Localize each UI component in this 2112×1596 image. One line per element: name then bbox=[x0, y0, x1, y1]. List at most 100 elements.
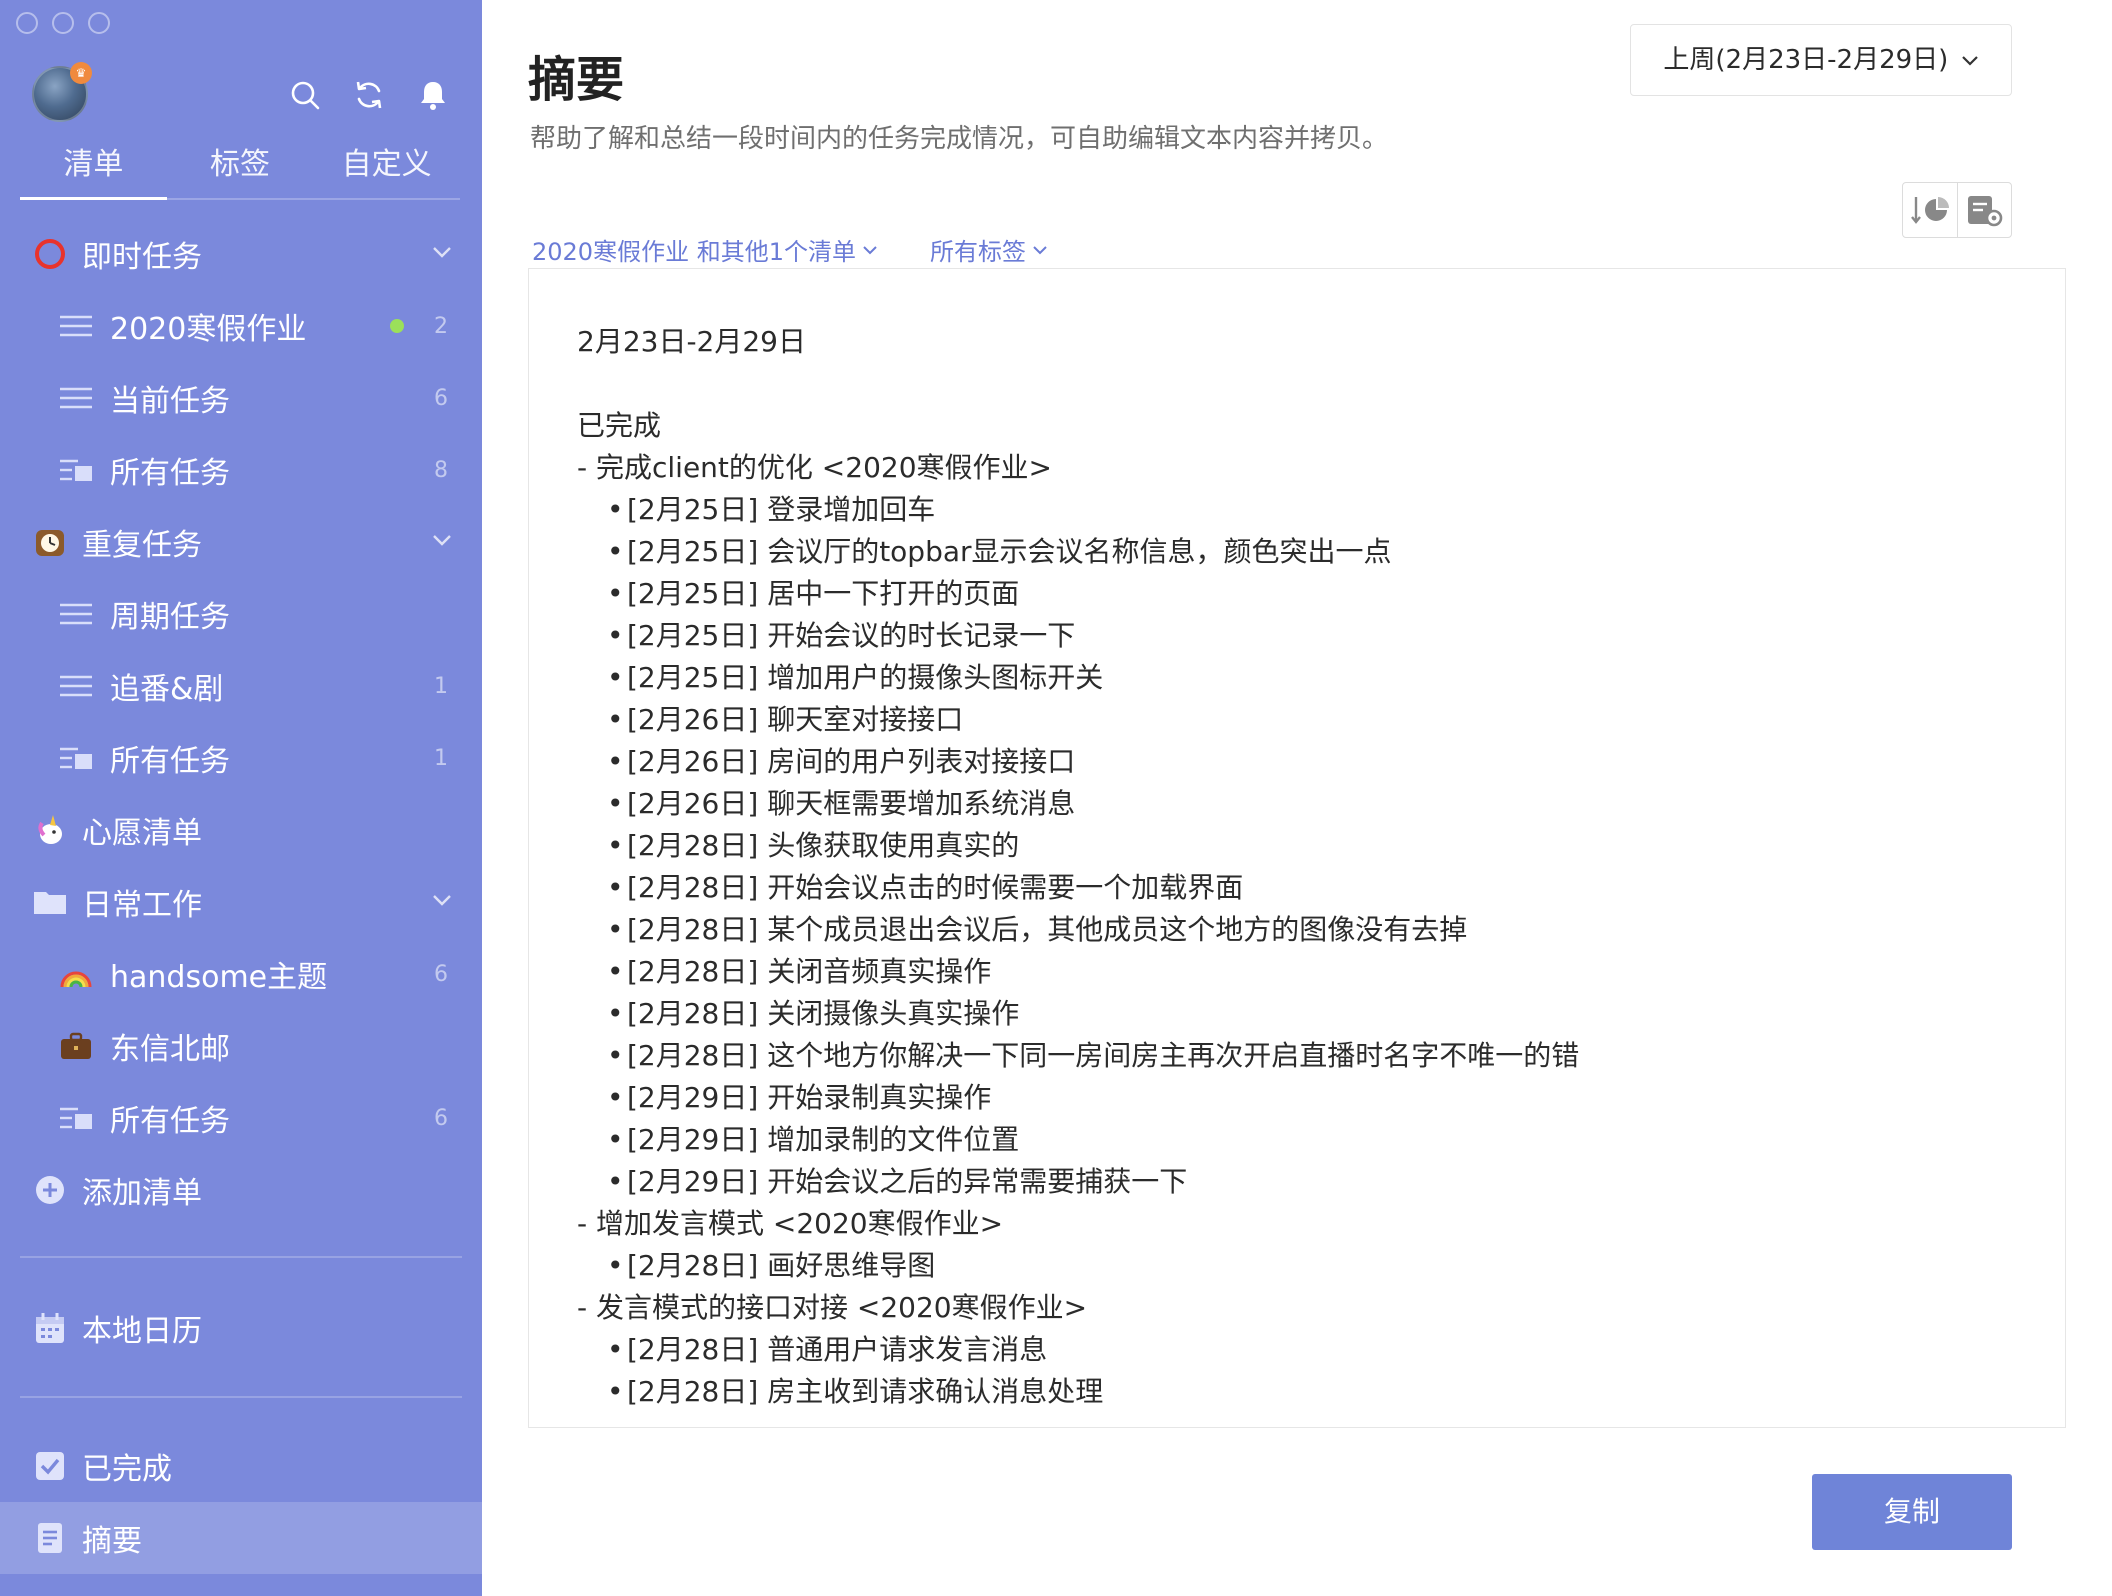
tag-filter-dropdown[interactable]: 所有标签 bbox=[930, 232, 1048, 267]
sidebar-group-daily[interactable]: 日常工作 bbox=[0, 866, 482, 938]
list-lines-icon bbox=[58, 596, 94, 632]
minimize-window-button[interactable] bbox=[52, 12, 74, 34]
sync-status-dot bbox=[390, 319, 404, 333]
sidebar-tabs: 清单 标签 自定义 bbox=[20, 142, 460, 200]
sidebar-group-wish[interactable]: 心愿清单 bbox=[0, 794, 482, 866]
list-lines-icon bbox=[58, 380, 94, 416]
summary-subtask-line: [2月29日] 增加录制的文件位置 bbox=[577, 1119, 2065, 1161]
sidebar: ♛ 清单 标签 自定义 即时任务 2020寒假作业 2 当前任务 6 所有任务 … bbox=[0, 0, 482, 1596]
copy-button[interactable]: 复制 bbox=[1812, 1474, 2012, 1550]
bell-icon[interactable] bbox=[416, 78, 450, 112]
sidebar-item-calendar[interactable]: 本地日历 bbox=[0, 1292, 482, 1364]
sidebar-item-current[interactable]: 当前任务 6 bbox=[0, 362, 482, 434]
date-range-value: 上周(2月23日-2月29日) bbox=[1663, 45, 1949, 75]
display-settings-button[interactable] bbox=[1903, 183, 1957, 237]
sidebar-item-label: 2020寒假作业 bbox=[110, 312, 307, 347]
summary-task-title: - 增加发言模式 <2020寒假作业> bbox=[577, 1207, 1004, 1240]
add-list-button[interactable]: 添加清单 bbox=[0, 1154, 482, 1226]
tab-lists[interactable]: 清单 bbox=[20, 142, 167, 200]
sort-chart-icon bbox=[1910, 197, 1949, 224]
red-ring-icon bbox=[32, 236, 68, 272]
sidebar-item-anime[interactable]: 追番&剧 1 bbox=[0, 650, 482, 722]
tab-custom[interactable]: 自定义 bbox=[313, 142, 460, 198]
zoom-window-button[interactable] bbox=[88, 12, 110, 34]
summary-subtask-line: [2月25日] 登录增加回车 bbox=[577, 489, 2065, 531]
sidebar-item-label: 本地日历 bbox=[82, 1314, 202, 1349]
search-icon[interactable] bbox=[288, 78, 322, 112]
sidebar-item-summary[interactable]: 摘要 bbox=[0, 1502, 482, 1574]
avatar[interactable]: ♛ bbox=[32, 62, 92, 122]
summary-task-title: - 发言模式的接口对接 <2020寒假作业> bbox=[577, 1291, 1088, 1324]
task-count: 6 bbox=[434, 385, 448, 411]
date-range-select[interactable]: 上周(2月23日-2月29日) bbox=[1630, 24, 2012, 96]
summary-subtask-line: [2月29日] 开始会议之后的异常需要捕获一下 bbox=[577, 1161, 2065, 1203]
plus-circle-icon bbox=[32, 1172, 68, 1208]
briefcase-emoji-icon bbox=[58, 1028, 94, 1064]
summary-subtask-line: [2月26日] 房间的用户列表对接接口 bbox=[577, 741, 2065, 783]
summary-subtask-line: [2月28日] 画好思维导图 bbox=[577, 1245, 2065, 1287]
sidebar-item-all-daily[interactable]: 所有任务 6 bbox=[0, 1082, 482, 1154]
template-settings-button[interactable] bbox=[1956, 183, 2012, 237]
sidebar-group-label: 日常工作 bbox=[82, 888, 202, 923]
chevron-down-icon bbox=[863, 245, 877, 254]
summary-subtask-line: [2月28日] 普通用户请求发言消息 bbox=[577, 1329, 2065, 1371]
sidebar-item-all-repeat[interactable]: 所有任务 1 bbox=[0, 722, 482, 794]
chevron-down-icon bbox=[1961, 55, 1978, 66]
summary-subtask-line: [2月26日] 聊天室对接接口 bbox=[577, 699, 2065, 741]
summary-task-title: - 完成client的优化 <2020寒假作业> bbox=[577, 451, 1052, 484]
summary-subtask-line: [2月25日] 增加用户的摄像头图标开关 bbox=[577, 657, 2065, 699]
calendar-icon bbox=[32, 1310, 68, 1346]
chevron-down-icon[interactable] bbox=[432, 244, 452, 263]
rainbow-emoji-icon bbox=[58, 956, 94, 992]
sidebar-item-all-instant[interactable]: 所有任务 8 bbox=[0, 434, 482, 506]
window-controls bbox=[16, 12, 110, 34]
sidebar-item-label: handsome主题 bbox=[110, 960, 328, 995]
summary-tools bbox=[1902, 182, 2012, 238]
chevron-down-icon[interactable] bbox=[432, 532, 452, 551]
clock-emoji-icon bbox=[32, 524, 68, 560]
sidebar-item-handsome[interactable]: handsome主题 6 bbox=[0, 938, 482, 1010]
sidebar-item-label: 所有任务 bbox=[110, 1104, 230, 1139]
sidebar-item-label: 周期任务 bbox=[110, 600, 230, 635]
sidebar-item-periodic[interactable]: 周期任务 bbox=[0, 578, 482, 650]
sidebar-toolbar bbox=[288, 78, 450, 112]
checkbox-checked-icon bbox=[32, 1448, 68, 1484]
task-count: 6 bbox=[434, 961, 448, 987]
sidebar-item-label: 摘要 bbox=[82, 1524, 142, 1559]
sidebar-item-label: 东信北邮 bbox=[110, 1032, 230, 1067]
sidebar-item-label: 当前任务 bbox=[110, 384, 230, 419]
sidebar-item-dongxin[interactable]: 东信北邮 bbox=[0, 1010, 482, 1082]
list-lines-icon bbox=[58, 308, 94, 344]
sidebar-group-label: 即时任务 bbox=[82, 240, 202, 275]
sidebar-group-instant[interactable]: 即时任务 bbox=[0, 218, 482, 290]
page-subtitle: 帮助了解和总结一段时间内的任务完成情况，可自助编辑文本内容并拷贝。 bbox=[530, 124, 1389, 154]
sidebar-divider bbox=[20, 1396, 462, 1398]
sync-icon[interactable] bbox=[352, 78, 386, 112]
summary-subtask-line: [2月28日] 头像获取使用真实的 bbox=[577, 825, 2065, 867]
summary-subtask-line: [2月28日] 某个成员退出会议后，其他成员这个地方的图像没有去掉 bbox=[577, 909, 2065, 951]
unicorn-emoji-icon bbox=[32, 812, 68, 848]
summary-subtask-line: [2月28日] 关闭音频真实操作 bbox=[577, 951, 2065, 993]
summary-date-heading: 2月23日-2月29日 bbox=[577, 325, 806, 358]
all-tasks-icon bbox=[58, 452, 94, 488]
sidebar-item-label: 已完成 bbox=[82, 1452, 172, 1487]
close-window-button[interactable] bbox=[16, 12, 38, 34]
all-tasks-icon bbox=[58, 1100, 94, 1136]
task-count: 6 bbox=[434, 1105, 448, 1131]
sidebar-group-repeat[interactable]: 重复任务 bbox=[0, 506, 482, 578]
list-filter-dropdown[interactable]: 2020寒假作业 和其他1个清单 bbox=[532, 232, 878, 267]
chevron-down-icon[interactable] bbox=[432, 892, 452, 911]
sidebar-item-homework[interactable]: 2020寒假作业 2 bbox=[0, 290, 482, 362]
tag-filter-value: 所有标签 bbox=[929, 238, 1026, 266]
summary-content: 2月23日-2月29日 已完成 - 完成client的优化 <2020寒假作业>… bbox=[529, 269, 2065, 1413]
list-lines-icon bbox=[58, 668, 94, 704]
filter-bar: 2020寒假作业 和其他1个清单 所有标签 bbox=[532, 232, 1048, 267]
task-count: 1 bbox=[434, 745, 448, 771]
add-list-label: 添加清单 bbox=[82, 1176, 202, 1211]
task-count: 8 bbox=[434, 457, 448, 483]
sidebar-item-completed[interactable]: 已完成 bbox=[0, 1430, 482, 1502]
summary-subtask-line: [2月29日] 开始录制真实操作 bbox=[577, 1077, 2065, 1119]
summary-text-editor[interactable]: 2月23日-2月29日 已完成 - 完成client的优化 <2020寒假作业>… bbox=[528, 268, 2066, 1428]
tab-tags[interactable]: 标签 bbox=[167, 142, 314, 198]
